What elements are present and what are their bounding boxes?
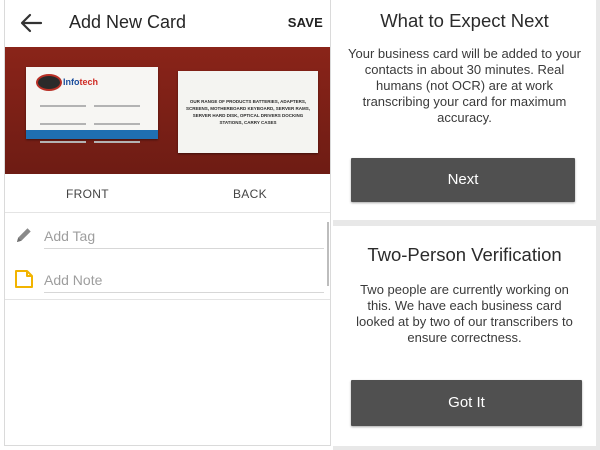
company-name-suffix: tech	[79, 77, 99, 87]
tag-input[interactable]	[44, 224, 324, 249]
note-input[interactable]	[44, 268, 324, 293]
pencil-icon	[17, 228, 31, 242]
company-name-prefix: Info	[63, 77, 80, 87]
dialog-title: Two-Person Verification	[367, 244, 562, 265]
dialog-title: What to Expect Next	[380, 10, 549, 31]
got-it-button[interactable]: Got It	[351, 380, 582, 426]
side-tabs: FRONT BACK	[5, 174, 330, 213]
tab-front[interactable]: FRONT	[66, 187, 109, 201]
dialog-body: Two people are currently working on this…	[356, 282, 573, 345]
two-person-verification-dialog: Two-Person Verification Two people are c…	[333, 226, 596, 446]
company-logo	[36, 74, 62, 91]
add-card-screen: Add New Card SAVE Infotech OUR RANGE OF …	[4, 0, 331, 446]
divider	[5, 299, 330, 300]
info-dialogs: What to Expect Next Your business card w…	[333, 0, 600, 450]
dialog-body: Your business card will be added to your…	[348, 46, 581, 125]
card-strip	[26, 130, 158, 139]
card-photo: Infotech OUR RANGE OF PRODUCTS BATTERIES…	[5, 47, 330, 174]
back-arrow-icon[interactable]	[19, 12, 43, 34]
card-contact-lines	[40, 97, 148, 151]
card-back-image[interactable]: OUR RANGE OF PRODUCTS BATTERIES, ADAPTER…	[178, 71, 318, 153]
note-row	[5, 257, 330, 301]
card-back-text: OUR RANGE OF PRODUCTS BATTERIES, ADAPTER…	[186, 99, 310, 125]
tag-row	[5, 213, 330, 257]
page-title: Add New Card	[69, 12, 187, 32]
card-front-image[interactable]: Infotech	[26, 67, 158, 143]
app-bar: Add New Card SAVE	[5, 0, 330, 47]
company-name: Infotech	[63, 77, 98, 87]
save-button[interactable]: SAVE	[288, 15, 323, 30]
note-icon	[15, 270, 33, 288]
tab-back[interactable]: BACK	[233, 187, 267, 201]
next-button[interactable]: Next	[351, 158, 575, 202]
what-to-expect-dialog: What to Expect Next Your business card w…	[333, 0, 596, 220]
scrollbar[interactable]	[327, 222, 329, 286]
